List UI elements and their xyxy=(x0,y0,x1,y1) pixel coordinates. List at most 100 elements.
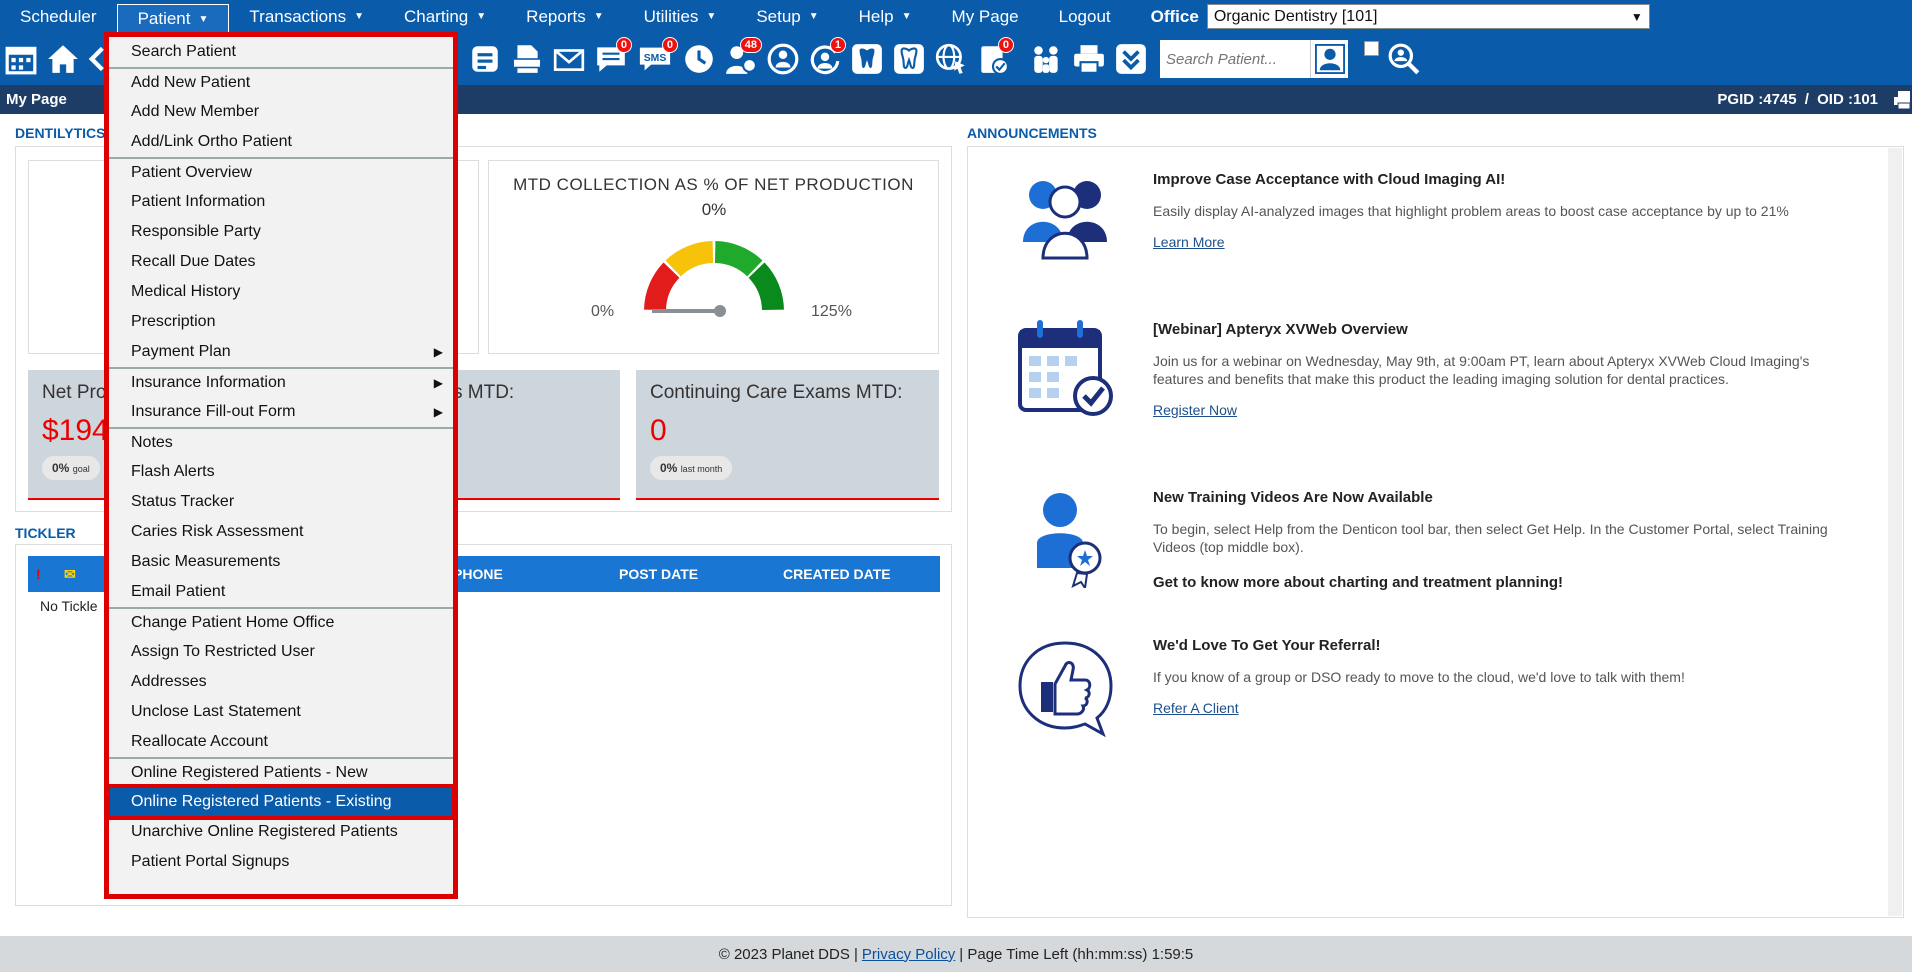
menu-item-label: Insurance Fill-out Form xyxy=(131,403,296,420)
gauge-arcs xyxy=(644,241,784,311)
announcement-body: Easily display AI-analyzed images that h… xyxy=(1153,203,1789,219)
menu-item-change-patient-home-office[interactable]: Change Patient Home Office xyxy=(109,607,453,637)
menu-item-flash-alerts[interactable]: Flash Alerts xyxy=(109,457,453,487)
calendar-icon[interactable] xyxy=(2,39,40,79)
menu-item-recall-due-dates[interactable]: Recall Due Dates xyxy=(109,247,453,277)
menu-item-medical-history[interactable]: Medical History xyxy=(109,277,453,307)
clock-icon[interactable] xyxy=(680,39,718,79)
menu-item-email-patient[interactable]: Email Patient xyxy=(109,577,453,607)
menu-patient[interactable]: Patient ▼ xyxy=(116,4,230,33)
calendar-check-icon xyxy=(1018,320,1113,416)
menu-item-notes[interactable]: Notes xyxy=(109,427,453,457)
menu-label: Charting xyxy=(404,6,469,26)
document-icon[interactable] xyxy=(508,39,546,79)
learn-more-link[interactable]: Learn More xyxy=(1153,234,1225,250)
stat-pill-sub: goal xyxy=(72,464,90,474)
list-note-icon[interactable] xyxy=(466,39,504,79)
search-patient-input[interactable] xyxy=(1160,40,1310,78)
menu-reports[interactable]: Reports ▼ xyxy=(506,2,623,31)
menu-transactions[interactable]: Transactions ▼ xyxy=(229,2,384,31)
refer-a-client-link[interactable]: Refer A Client xyxy=(1153,700,1239,716)
messages-badge: 0 xyxy=(615,37,632,53)
printer-icon[interactable] xyxy=(1070,39,1108,79)
home-icon[interactable] xyxy=(44,39,82,79)
expand-down-icon[interactable] xyxy=(1112,39,1150,79)
tooth-icon[interactable] xyxy=(848,39,886,79)
caret-down-icon: ▼ xyxy=(901,11,912,22)
gauge-chart: 0% 0% 125% xyxy=(591,201,852,320)
menu-item-add-new-patient[interactable]: Add New Patient xyxy=(109,67,453,97)
menu-item-reallocate-account[interactable]: Reallocate Account xyxy=(109,727,453,757)
column-post-date[interactable]: POST DATE xyxy=(619,566,698,582)
menu-charting[interactable]: Charting ▼ xyxy=(384,2,506,31)
privacy-policy-link[interactable]: Privacy Policy xyxy=(862,946,955,963)
chat-bubble-icon[interactable]: 0 xyxy=(592,37,632,79)
refresh-user-icon[interactable]: 1 xyxy=(806,37,846,79)
menu-item-insurance-information[interactable]: Insurance Information ▶ xyxy=(109,367,453,397)
user-search-icon xyxy=(1314,44,1345,74)
notes-badge: 0 xyxy=(997,37,1014,53)
menu-item-insurance-fill-out-form[interactable]: Insurance Fill-out Form ▶ xyxy=(109,397,453,427)
submenu-arrow-icon: ▶ xyxy=(433,405,443,419)
submenu-arrow-icon: ▶ xyxy=(433,345,443,359)
menu-help[interactable]: Help ▼ xyxy=(839,2,932,31)
sms-icon[interactable]: SMS 0 xyxy=(634,37,678,79)
column-phone[interactable]: PHONE xyxy=(453,566,503,582)
footer-time-left: | Page Time Left (hh:mm:ss) 1:59:5 xyxy=(959,945,1194,963)
support-icon[interactable] xyxy=(764,39,802,79)
sms-label: SMS xyxy=(644,53,667,64)
page-print-icon[interactable] xyxy=(1894,90,1911,110)
menu-item-assign-to-restricted-user[interactable]: Assign To Restricted User xyxy=(109,637,453,667)
menu-item-label: Unarchive Online Registered Patients xyxy=(131,823,398,840)
menu-item-basic-measurements[interactable]: Basic Measurements xyxy=(109,547,453,577)
menu-item-caries-risk-assessment[interactable]: Caries Risk Assessment xyxy=(109,517,453,547)
patients-online-icon[interactable]: 48 xyxy=(722,37,762,79)
gauge-needle-hub xyxy=(714,305,726,317)
menu-item-addresses[interactable]: Addresses xyxy=(109,667,453,697)
announcement-highlight: Get to know more about charting and trea… xyxy=(1153,574,1564,591)
menu-item-patient-portal-signups[interactable]: Patient Portal Signups xyxy=(109,847,453,877)
menu-item-unclose-last-statement[interactable]: Unclose Last Statement xyxy=(109,697,453,727)
patient-dropdown-menu: Search Patient Add New Patient Add New Mem… xyxy=(104,32,458,899)
menu-item-add-new-member[interactable]: Add New Member xyxy=(109,97,453,127)
announcements-scrollbar[interactable] xyxy=(1888,148,1902,916)
search-patient-button[interactable] xyxy=(1310,40,1348,78)
menu-setup[interactable]: Setup ▼ xyxy=(736,2,838,31)
menu-item-label: Addresses xyxy=(131,673,207,690)
column-created-date[interactable]: CREATED DATE xyxy=(783,566,891,582)
menu-item-prescription[interactable]: Prescription xyxy=(109,307,453,337)
clipboard-check-icon[interactable]: 0 xyxy=(974,37,1014,79)
menu-item-payment-plan[interactable]: Payment Plan ▶ xyxy=(109,337,453,367)
menu-item-online-registered-patients-new[interactable]: Online Registered Patients - New xyxy=(109,757,453,787)
alert-flag-icon: ! xyxy=(36,566,41,582)
menu-item-patient-overview[interactable]: Patient Overview xyxy=(109,157,453,187)
menu-item-status-tracker[interactable]: Status Tracker xyxy=(109,487,453,517)
menu-my-page[interactable]: My Page xyxy=(932,2,1039,31)
menu-scheduler[interactable]: Scheduler xyxy=(0,2,117,31)
tooth-number-icon[interactable] xyxy=(890,39,928,79)
caret-down-icon: ▼ xyxy=(198,13,209,25)
office-select[interactable]: Organic Dentistry [101] ▼ xyxy=(1206,4,1650,29)
menu-item-unarchive-online-registered-patients[interactable]: Unarchive Online Registered Patients xyxy=(109,817,453,847)
menu-item-search-patient[interactable]: Search Patient xyxy=(109,37,453,67)
envelope-icon[interactable] xyxy=(550,39,588,79)
stat-pill-value: 0% xyxy=(660,461,678,475)
menu-item-label: Assign To Restricted User xyxy=(131,643,315,660)
back-icon[interactable] xyxy=(86,39,106,79)
toolbar-checkbox[interactable] xyxy=(1364,41,1379,56)
stat-label: Continuing Care Exams MTD: xyxy=(650,382,903,403)
register-now-link[interactable]: Register Now xyxy=(1153,402,1237,418)
globe-cursor-icon[interactable] xyxy=(932,39,970,79)
menu-logout[interactable]: Logout xyxy=(1039,2,1131,31)
family-icon[interactable] xyxy=(1028,39,1066,79)
menu-item-responsible-party[interactable]: Responsible Party xyxy=(109,217,453,247)
caret-down-icon: ▼ xyxy=(354,11,364,22)
menu-utilities[interactable]: Utilities ▼ xyxy=(624,2,737,31)
menu-item-online-registered-patients-existing[interactable]: Online Registered Patients - Existing xyxy=(106,784,456,820)
tickler-title: TICKLER xyxy=(15,525,76,541)
group-search-icon[interactable] xyxy=(1385,39,1423,79)
menu-item-patient-information[interactable]: Patient Information xyxy=(109,187,453,217)
menu-item-label: Add/Link Ortho Patient xyxy=(131,133,292,150)
menu-item-add-link-ortho-patient[interactable]: Add/Link Ortho Patient xyxy=(109,127,453,157)
menu-label: Setup xyxy=(756,6,801,26)
